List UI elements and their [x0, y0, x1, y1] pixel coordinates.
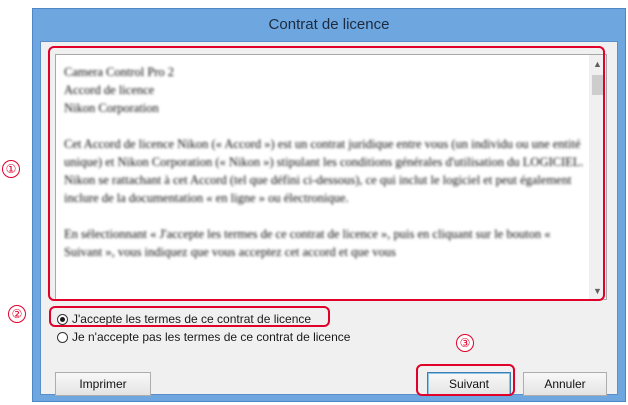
annotation-marker-1: ①	[2, 160, 20, 178]
license-paragraph-3: En sélectionnant « J'accepte les termes …	[64, 227, 551, 259]
scroll-thumb[interactable]	[592, 75, 603, 95]
license-paragraph-1: Camera Control Pro 2 Accord de licence N…	[64, 65, 175, 115]
annotation-marker-2: ②	[8, 305, 26, 323]
scroll-up-icon[interactable]: ▲	[589, 55, 606, 72]
scroll-down-icon[interactable]: ▼	[589, 282, 606, 299]
decline-radio-label: Je n'accepte pas les termes de ce contra…	[72, 330, 351, 344]
dialog-title: Contrat de licence	[268, 15, 390, 33]
license-text-box[interactable]: Camera Control Pro 2 Accord de licence N…	[55, 54, 607, 300]
license-scrollbar[interactable]: ▲ ▼	[589, 55, 606, 299]
cancel-button[interactable]: Annuler	[523, 372, 607, 396]
decline-radio[interactable]	[57, 331, 68, 343]
next-button[interactable]: Suivant	[427, 372, 511, 396]
dialog-body: Camera Control Pro 2 Accord de licence N…	[40, 41, 618, 396]
accept-radio-label: J'accepte les termes de ce contrat de li…	[72, 312, 312, 326]
print-button[interactable]: Imprimer	[55, 372, 151, 396]
annotation-marker-3: ③	[456, 334, 474, 352]
license-text: Camera Control Pro 2 Accord de licence N…	[64, 63, 586, 279]
license-paragraph-2: Cet Accord de licence Nikon (« Accord »)…	[64, 137, 584, 205]
license-dialog: Contrat de licence Camera Control Pro 2 …	[32, 8, 626, 402]
accept-radio[interactable]	[57, 313, 68, 325]
accept-radio-option[interactable]: J'accepte les termes de ce contrat de li…	[57, 311, 311, 327]
decline-radio-option[interactable]: Je n'accepte pas les termes de ce contra…	[57, 329, 350, 345]
